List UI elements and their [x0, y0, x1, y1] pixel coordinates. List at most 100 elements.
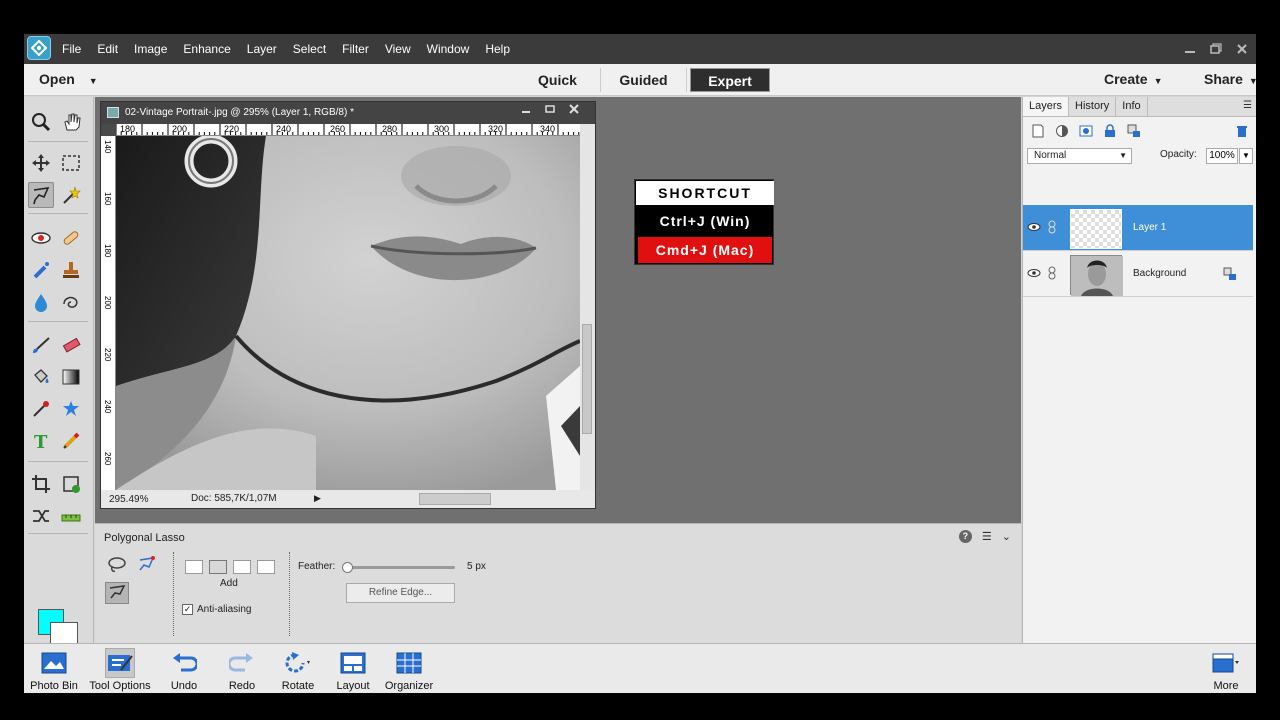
organizer-button[interactable]: Organizer [384, 646, 434, 692]
gradient-tool-icon[interactable] [58, 364, 84, 390]
menu-help[interactable]: Help [485, 42, 510, 56]
chevron-down-icon[interactable]: ▼ [1239, 148, 1253, 164]
move-tool-icon[interactable] [28, 150, 54, 176]
sponge-tool-icon[interactable] [58, 289, 84, 315]
feather-slider-knob[interactable] [342, 562, 353, 573]
tab-guided[interactable]: Guided [601, 68, 687, 92]
document-window[interactable]: 02-Vintage Portrait-.jpg @ 295% (Layer 1… [100, 101, 596, 509]
clone-stamp-icon[interactable] [58, 257, 84, 283]
smart-brush-icon[interactable] [28, 257, 54, 283]
photo-canvas[interactable] [116, 136, 580, 490]
eye-icon[interactable] [1027, 220, 1041, 234]
minimize-icon[interactable] [521, 104, 531, 114]
marquee-tool-icon[interactable] [58, 150, 84, 176]
polygonal-lasso-option-icon[interactable] [105, 582, 129, 604]
blur-tool-icon[interactable] [28, 289, 54, 315]
tool-options-button[interactable]: Tool Options [89, 646, 151, 692]
menu-select[interactable]: Select [293, 42, 326, 56]
document-title-bar[interactable]: 02-Vintage Portrait-.jpg @ 295% (Layer 1… [101, 102, 595, 124]
tab-info[interactable]: Info [1116, 97, 1148, 116]
zoom-level[interactable]: 295.49% [109, 494, 148, 505]
zoom-tool-icon[interactable] [28, 109, 54, 135]
panel-menu-icon[interactable]: ☰ [1243, 100, 1252, 111]
refine-edge-button[interactable]: Refine Edge... [346, 583, 455, 603]
lock-icon[interactable] [1223, 267, 1237, 281]
chevron-down-icon[interactable]: ⌄ [1002, 530, 1011, 543]
antialias-checkbox[interactable]: ✓ [182, 604, 193, 615]
hand-tool-icon[interactable] [58, 109, 84, 135]
type-tool-icon[interactable]: T [28, 428, 54, 454]
straighten-tool-icon[interactable] [58, 503, 84, 529]
lasso-option-icon[interactable] [105, 554, 129, 576]
menu-window[interactable]: Window [427, 42, 470, 56]
tab-expert[interactable]: Expert [690, 68, 770, 92]
vertical-scrollbar[interactable] [580, 124, 595, 490]
blend-mode-select[interactable]: Normal ▼ [1027, 148, 1132, 164]
new-layer-icon[interactable] [1031, 124, 1045, 138]
redo-button[interactable]: Redo [222, 646, 262, 692]
recompose-tool-icon[interactable] [58, 471, 84, 497]
open-button[interactable]: Open ▼ [39, 71, 98, 87]
tab-history[interactable]: History [1069, 97, 1117, 116]
close-icon[interactable] [1236, 43, 1248, 55]
pencil-tool-icon[interactable] [58, 428, 84, 454]
tab-quick[interactable]: Quick [515, 68, 601, 92]
options-menu-icon[interactable]: ☰ [982, 530, 992, 543]
eye-icon[interactable] [1027, 266, 1041, 280]
minimize-icon[interactable] [1184, 43, 1196, 55]
custom-shape-icon[interactable] [58, 396, 84, 422]
photo-bin-button[interactable]: Photo Bin [30, 646, 78, 692]
menu-image[interactable]: Image [134, 42, 167, 56]
link-icon[interactable] [1047, 266, 1057, 280]
intersect-selection-icon[interactable] [257, 560, 275, 574]
lasso-tool-icon[interactable] [28, 182, 54, 208]
adjustment-layer-icon[interactable] [1055, 124, 1069, 138]
opacity-input[interactable]: 100% [1206, 148, 1238, 164]
shortcut-win: Ctrl+J (Win) [659, 213, 751, 229]
paint-bucket-icon[interactable] [28, 364, 54, 390]
magnetic-lasso-option-icon[interactable] [135, 554, 159, 576]
subtract-selection-icon[interactable] [233, 560, 251, 574]
magic-wand-icon[interactable] [58, 182, 84, 208]
menu-view[interactable]: View [385, 42, 411, 56]
layer-mask-icon[interactable] [1079, 124, 1093, 138]
red-eye-icon[interactable] [28, 225, 54, 251]
help-icon[interactable]: ? [958, 530, 972, 543]
share-button[interactable]: Share ▼ [1204, 71, 1256, 87]
create-button[interactable]: Create ▼ [1104, 71, 1163, 87]
menu-file[interactable]: File [62, 42, 81, 56]
scrollbar-thumb[interactable] [582, 324, 592, 434]
undo-button[interactable]: Undo [164, 646, 204, 692]
restore-icon[interactable] [1210, 43, 1222, 55]
new-selection-icon[interactable] [185, 560, 203, 574]
menu-filter[interactable]: Filter [342, 42, 369, 56]
horizontal-scrollbar-thumb[interactable] [419, 493, 491, 505]
maximize-icon[interactable] [545, 104, 555, 114]
crop-tool-icon[interactable] [28, 471, 54, 497]
menu-layer[interactable]: Layer [247, 42, 277, 56]
feather-slider[interactable] [342, 562, 455, 573]
eraser-tool-icon[interactable] [58, 332, 84, 358]
content-aware-move-icon[interactable] [28, 503, 54, 529]
menu-edit[interactable]: Edit [97, 42, 118, 56]
healing-brush-icon[interactable] [58, 225, 84, 251]
link-icon[interactable] [1047, 220, 1057, 234]
more-button[interactable]: More [1209, 646, 1243, 692]
layer-row[interactable]: Layer 1 [1023, 205, 1253, 251]
play-arrow-icon[interactable]: ▶ [314, 493, 321, 504]
add-selection-icon[interactable] [209, 560, 227, 574]
lock-transparent-icon[interactable] [1127, 124, 1141, 138]
tab-layers[interactable]: Layers [1023, 97, 1070, 116]
close-icon[interactable] [569, 104, 579, 114]
layout-button[interactable]: Layout [332, 646, 374, 692]
tool-separator [28, 533, 88, 534]
trash-icon[interactable] [1235, 124, 1249, 138]
menu-enhance[interactable]: Enhance [183, 42, 230, 56]
ruler-label: 240 [276, 124, 292, 134]
eyedropper-icon[interactable] [28, 396, 54, 422]
antialias-option[interactable]: ✓ Anti-aliasing [182, 604, 251, 615]
brush-tool-icon[interactable] [28, 332, 54, 358]
layer-row[interactable]: Background [1023, 251, 1253, 297]
lock-all-icon[interactable] [1103, 124, 1117, 138]
rotate-button[interactable]: Rotate [278, 646, 318, 692]
